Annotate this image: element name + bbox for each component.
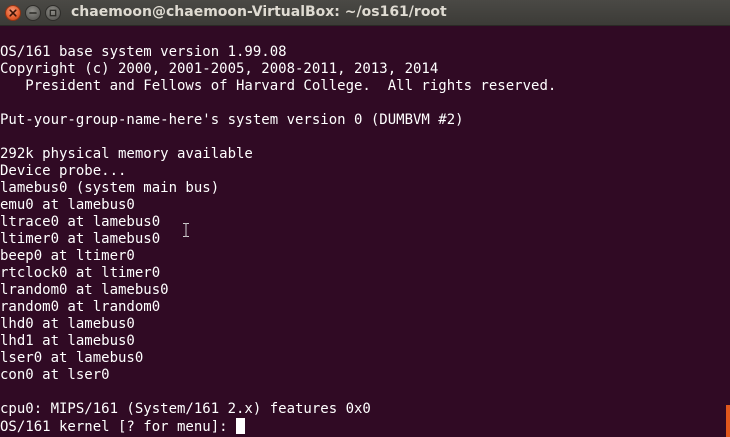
terminal-line: cpu0: MIPS/161 (System/161 2.x) features… bbox=[0, 401, 371, 417]
terminal-line: lhd0 at lamebus0 bbox=[0, 316, 135, 332]
ibeam-cursor-icon bbox=[183, 223, 189, 237]
terminal-line: President and Fellows of Harvard College… bbox=[0, 78, 557, 94]
terminal-line: lrandom0 at lamebus0 bbox=[0, 282, 169, 298]
terminal-window: chaemoon@chaemoon-VirtualBox: ~/os161/ro… bbox=[0, 0, 730, 437]
terminal-line: Put-your-group-name-here's system versio… bbox=[0, 112, 464, 128]
maximize-button[interactable] bbox=[45, 5, 61, 21]
terminal-line: emu0 at lamebus0 bbox=[0, 197, 135, 213]
scrollbar-indicator[interactable] bbox=[726, 405, 730, 437]
close-icon bbox=[9, 9, 17, 17]
close-button[interactable] bbox=[5, 5, 21, 21]
maximize-icon bbox=[49, 9, 57, 17]
window-title: chaemoon@chaemoon-VirtualBox: ~/os161/ro… bbox=[71, 4, 447, 20]
terminal-line: 292k physical memory available bbox=[0, 146, 253, 162]
terminal-output[interactable]: OS/161 base system version 1.99.08 Copyr… bbox=[0, 44, 730, 435]
text-cursor bbox=[236, 418, 246, 434]
terminal-line: random0 at lrandom0 bbox=[0, 299, 161, 315]
terminal-line: rtclock0 at ltimer0 bbox=[0, 265, 161, 281]
terminal-line: Device probe... bbox=[0, 163, 127, 179]
prompt-line[interactable]: OS/161 kernel [? for menu]: bbox=[0, 418, 730, 435]
terminal-line: ltimer0 at lamebus0 bbox=[0, 231, 161, 247]
terminal-line: ltrace0 at lamebus0 bbox=[0, 214, 161, 230]
terminal-line: lamebus0 (system main bus) bbox=[0, 180, 220, 196]
terminal-line: Copyright (c) 2000, 2001-2005, 2008-2011… bbox=[0, 61, 439, 77]
terminal-line: con0 at lser0 bbox=[0, 367, 110, 383]
shell-prompt: OS/161 kernel [? for menu]: bbox=[0, 419, 237, 435]
terminal-line: lser0 at lamebus0 bbox=[0, 350, 144, 366]
title-bar[interactable]: chaemoon@chaemoon-VirtualBox: ~/os161/ro… bbox=[0, 0, 730, 26]
terminal-line: lhd1 at lamebus0 bbox=[0, 333, 135, 349]
minimize-button[interactable] bbox=[25, 5, 41, 21]
minimize-icon bbox=[29, 12, 37, 14]
terminal-line: beep0 at ltimer0 bbox=[0, 248, 135, 264]
terminal-line: OS/161 base system version 1.99.08 bbox=[0, 44, 287, 60]
